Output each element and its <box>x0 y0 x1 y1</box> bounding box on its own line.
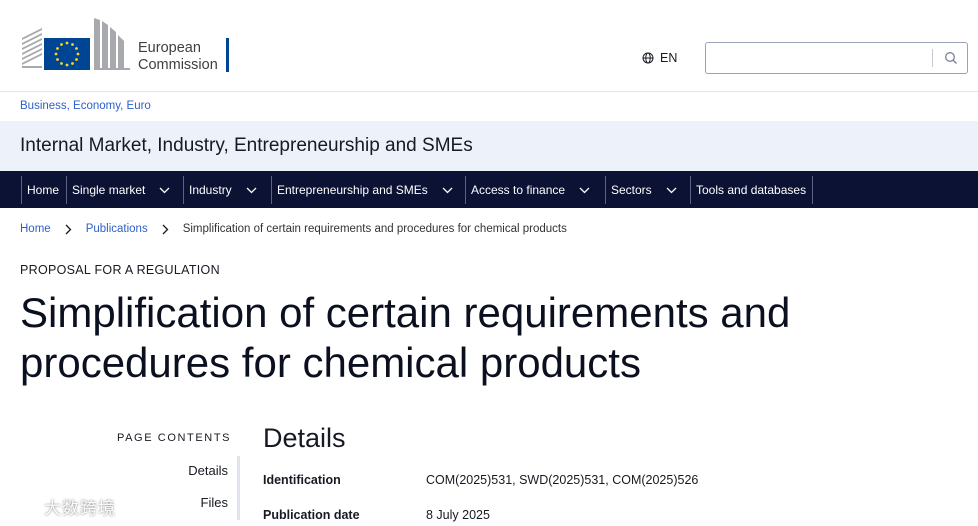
watermark-text: 大数跨境 <box>44 499 116 518</box>
nav-item-label: Industry <box>189 183 232 197</box>
nav-item-entrepreneurship[interactable]: Entrepreneurship and SMEs <box>271 176 453 204</box>
globe-icon <box>642 52 654 64</box>
details-heading: Details <box>263 423 346 453</box>
page-contents-rail <box>237 456 240 520</box>
search-icon[interactable] <box>944 51 958 65</box>
content-type-label: PROPOSAL FOR A REGULATION <box>20 263 220 277</box>
european-commission-logo[interactable]: European Commission <box>20 16 240 74</box>
chevron-down-icon[interactable] <box>159 187 170 194</box>
logo-divider <box>226 38 229 72</box>
breadcrumb: Home Publications Simplification of cert… <box>20 223 567 235</box>
publication-date-value: 8 July 2025 <box>426 508 490 522</box>
nav-item-label: Home <box>27 183 60 197</box>
language-code: EN <box>660 51 678 65</box>
chevron-down-icon[interactable] <box>666 187 677 194</box>
chevron-right-icon <box>65 224 72 235</box>
site-name[interactable]: Internal Market, Industry, Entrepreneurs… <box>20 135 473 157</box>
breadcrumb-home[interactable]: Home <box>20 223 51 235</box>
page-title: Simplification of certain requirements a… <box>20 289 791 386</box>
parent-site-strip: Business, Economy, Euro <box>0 93 978 121</box>
language-selector[interactable]: EN <box>642 51 677 65</box>
chevron-down-icon[interactable] <box>442 187 453 194</box>
nav-item-access-to-finance[interactable]: Access to finance <box>465 176 590 204</box>
nav-item-industry[interactable]: Industry <box>183 176 257 204</box>
chevron-right-icon <box>162 224 169 235</box>
site-name-band: Internal Market, Industry, Entrepreneurs… <box>0 121 978 171</box>
chevron-down-icon[interactable] <box>246 187 257 194</box>
identification-value: COM(2025)531, SWD(2025)531, COM(2025)526 <box>426 473 699 487</box>
page-contents-heading: PAGE CONTENTS <box>117 432 232 444</box>
watermark: 大数跨境 <box>8 494 116 519</box>
nav-item-sectors[interactable]: Sectors <box>605 176 677 204</box>
nav-item-home[interactable]: Home <box>21 176 59 204</box>
publication-date-label: Publication date <box>263 508 360 522</box>
nav-item-single-market[interactable]: Single market <box>66 176 170 204</box>
chevron-down-icon[interactable] <box>579 187 590 194</box>
identification-label: Identification <box>263 473 341 487</box>
nav-item-label: Sectors <box>611 183 652 197</box>
search-input[interactable] <box>705 42 968 74</box>
main-navigation: Home Single market Industry Entrepreneur… <box>0 171 978 208</box>
site-header: European Commission EN <box>0 0 978 92</box>
search-divider <box>932 49 933 67</box>
nav-item-label: Tools and databases <box>696 183 807 197</box>
nav-item-label: Access to finance <box>471 183 566 197</box>
page-contents-link-details[interactable]: Details <box>188 463 228 478</box>
parent-site-link[interactable]: Business, Economy, Euro <box>20 100 151 112</box>
nav-item-label: Single market <box>72 183 146 197</box>
breadcrumb-publications[interactable]: Publications <box>86 223 148 235</box>
watermark-logo-icon <box>10 499 41 515</box>
logo-wordmark: European Commission <box>138 40 218 74</box>
page-contents-link-files[interactable]: Files <box>201 495 228 510</box>
nav-item-tools-and-databases[interactable]: Tools and databases <box>690 176 814 204</box>
logo-line-1: European <box>138 40 201 56</box>
nav-item-label: Entrepreneurship and SMEs <box>277 183 428 197</box>
breadcrumb-current: Simplification of certain requirements a… <box>182 223 567 235</box>
logo-line-2: Commission <box>138 57 218 73</box>
ec-emblem-icon <box>22 18 130 70</box>
